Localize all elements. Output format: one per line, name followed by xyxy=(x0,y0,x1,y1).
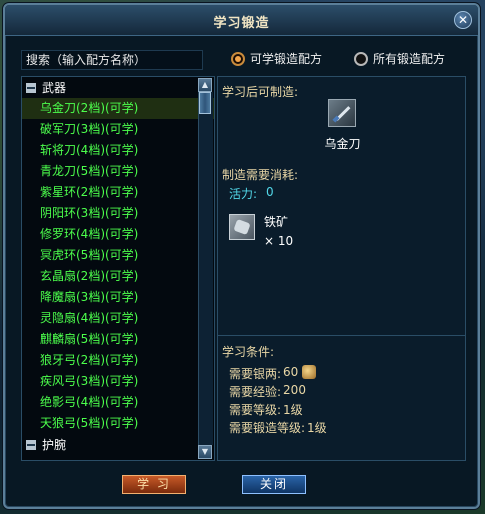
filter-all-radio[interactable]: 所有锻造配方 xyxy=(354,50,445,67)
search-input[interactable]: 搜索（输入配方名称） xyxy=(21,50,203,70)
iron-ore-icon[interactable] xyxy=(229,214,255,240)
filter-learnable-label: 可学锻造配方 xyxy=(250,52,323,66)
scrollbar-track[interactable] xyxy=(198,92,213,445)
list-item[interactable]: 降魔扇(3档)(可学) xyxy=(22,287,214,308)
list-item[interactable]: 斩将刀(4档)(可学) xyxy=(22,140,214,161)
condition-label: 需要银两: xyxy=(229,367,282,381)
close-icon[interactable]: ✕ xyxy=(454,11,472,29)
condition-value: 1级 xyxy=(283,403,303,417)
condition-value: 60 xyxy=(283,365,299,379)
list-item[interactable]: 狼牙弓(2档)(可学) xyxy=(22,350,214,371)
silver-icon xyxy=(302,365,317,379)
scroll-down-icon[interactable]: ▼ xyxy=(198,445,212,459)
scroll-up-icon[interactable]: ▲ xyxy=(198,78,212,92)
list-item[interactable]: 绝影弓(4档)(可学) xyxy=(22,392,214,413)
conditions-label: 学习条件: xyxy=(222,345,275,359)
close-button[interactable]: 关闭 xyxy=(242,475,306,494)
learn-button[interactable]: 学 习 xyxy=(122,475,186,494)
condition-label: 需要锻造等级: xyxy=(229,421,306,435)
condition-row: 需要经验: 200 xyxy=(229,383,327,401)
radio-unchecked-icon xyxy=(354,51,368,66)
vitality-value: 0 xyxy=(266,185,274,199)
condition-label: 需要经验: xyxy=(229,385,282,399)
condition-value: 1级 xyxy=(307,421,327,435)
list-item[interactable]: 疾风弓(3档)(可学) xyxy=(22,371,214,392)
category-label: 护腕 xyxy=(42,438,67,452)
category-bracers[interactable]: 护腕 xyxy=(22,434,214,455)
list-item[interactable]: 修罗环(4档)(可学) xyxy=(22,224,214,245)
recipe-list: 武器 乌金刀(2档)(可学) 破军刀(3档)(可学) 斩将刀(4档)(可学) 青… xyxy=(21,76,215,461)
list-scrollbar[interactable]: ▲ ▼ xyxy=(198,78,213,459)
material-name: 铁矿 xyxy=(264,215,289,229)
cost-label: 制造需要消耗: xyxy=(222,168,299,182)
condition-row: 需要银两: 60 xyxy=(229,365,327,383)
can-make-label: 学习后可制造: xyxy=(222,85,299,99)
list-item[interactable]: 乌金刀(2档)(可学) xyxy=(22,98,214,119)
scrollbar-thumb[interactable] xyxy=(199,92,211,114)
list-item[interactable]: 灵隐扇(4档)(可学) xyxy=(22,308,214,329)
section-divider xyxy=(218,335,465,336)
filter-learnable-radio[interactable]: 可学锻造配方 xyxy=(231,50,322,67)
condition-value: 200 xyxy=(283,383,306,397)
category-weapons[interactable]: 武器 xyxy=(22,77,214,98)
list-item[interactable]: 破军刀(3档)(可学) xyxy=(22,119,214,140)
condition-row: 需要锻造等级: 1级 xyxy=(229,419,327,437)
window-title: 学习锻造 xyxy=(213,16,270,31)
material-count: × 10 xyxy=(264,234,294,248)
blade-icon[interactable] xyxy=(328,99,356,127)
category-label: 武器 xyxy=(42,81,67,95)
collapse-icon xyxy=(26,82,36,93)
list-item[interactable]: 天狼弓(5档)(可学) xyxy=(22,413,214,434)
condition-label: 需要等级: xyxy=(229,403,282,417)
conditions-list: 需要银两: 60 需要经验: 200 需要等级: 1级 需要锻造等级: 1级 xyxy=(229,365,327,437)
product-name: 乌金刀 xyxy=(324,137,361,151)
title-bar[interactable]: 学习锻造 ✕ xyxy=(5,5,478,36)
radio-checked-icon xyxy=(231,51,245,66)
collapse-icon xyxy=(26,439,36,450)
condition-row: 需要等级: 1级 xyxy=(229,401,327,419)
list-item[interactable]: 麒麟扇(5档)(可学) xyxy=(22,329,214,350)
filter-all-label: 所有锻造配方 xyxy=(373,52,446,66)
list-item[interactable]: 阴阳环(3档)(可学) xyxy=(22,203,214,224)
list-item[interactable]: 紫星环(2档)(可学) xyxy=(22,182,214,203)
recipe-detail-panel: 学习后可制造: 乌金刀 制造需要消耗: 活力: 0 铁矿 × 10 学习条件: … xyxy=(217,76,466,461)
list-item[interactable]: 玄晶扇(2档)(可学) xyxy=(22,266,214,287)
vitality-label: 活力: xyxy=(229,187,258,201)
list-item[interactable]: 青龙刀(5档)(可学) xyxy=(22,161,214,182)
list-item[interactable]: 冥虎环(5档)(可学) xyxy=(22,245,214,266)
